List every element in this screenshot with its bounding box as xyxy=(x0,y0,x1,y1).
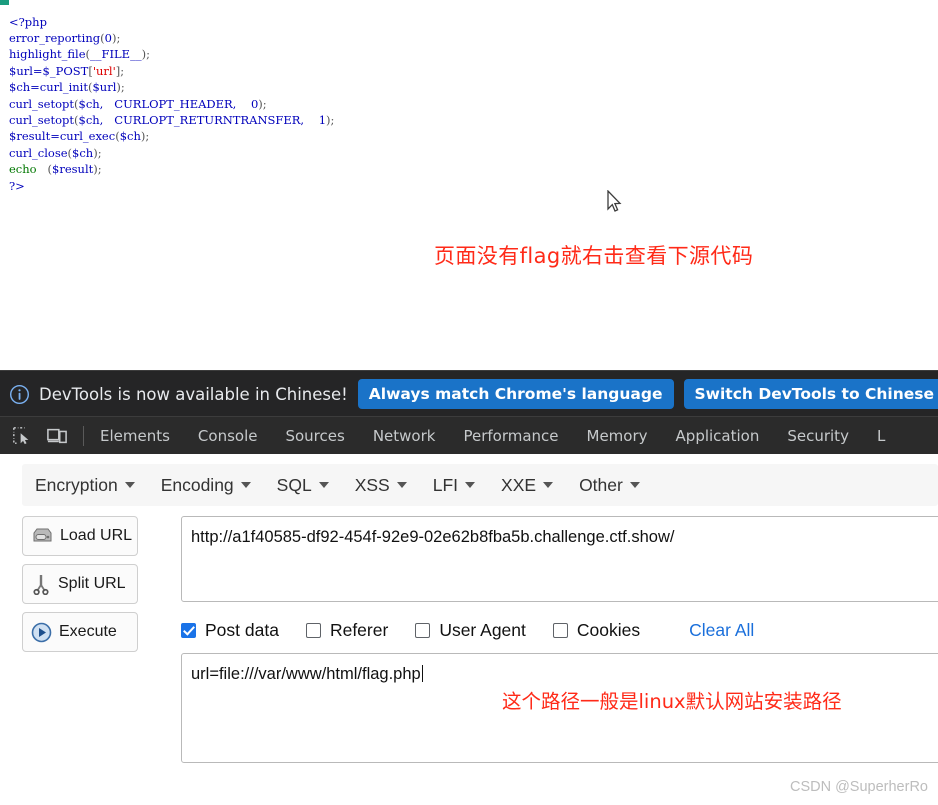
browser-page-content: <?php error_reporting(0); highlight_file… xyxy=(0,0,938,370)
text-cursor xyxy=(422,665,423,682)
menu-encryption[interactable]: Encryption xyxy=(22,475,148,496)
disk-drive-icon xyxy=(31,526,53,546)
chevron-down-icon xyxy=(465,482,475,488)
menu-lfi-label: LFI xyxy=(433,475,458,496)
menu-xss-label: XSS xyxy=(355,475,390,496)
chevron-down-icon xyxy=(397,482,407,488)
menu-xxe[interactable]: XXE xyxy=(488,475,566,496)
tab-network[interactable]: Network xyxy=(359,427,450,445)
page-red-annotation: 页面没有flag就右击查看下源代码 xyxy=(434,240,753,270)
chevron-down-icon xyxy=(241,482,251,488)
menu-sql[interactable]: SQL xyxy=(264,475,342,496)
cookies-checkbox[interactable] xyxy=(553,623,568,638)
option-cookies[interactable]: Cookies xyxy=(553,620,640,641)
menu-other[interactable]: Other xyxy=(566,475,653,496)
inspect-element-icon[interactable] xyxy=(9,423,35,449)
menu-encryption-label: Encryption xyxy=(35,475,118,496)
clear-all-link[interactable]: Clear All xyxy=(689,620,754,641)
info-circle-icon xyxy=(9,384,30,405)
menu-encoding-label: Encoding xyxy=(161,475,234,496)
tab-lighthouse-truncated[interactable]: L xyxy=(863,427,899,445)
csdn-watermark: CSDN @SuperherRo xyxy=(790,779,928,795)
menu-xss[interactable]: XSS xyxy=(342,475,420,496)
referer-label: Referer xyxy=(330,620,388,641)
load-url-label: Load URL xyxy=(60,527,132,545)
execute-button[interactable]: Execute xyxy=(22,612,138,652)
tab-sources[interactable]: Sources xyxy=(271,427,358,445)
post-data-textarea[interactable]: url=file:///var/www/html/flag.php 这个路径一般… xyxy=(181,653,938,763)
hackbar-action-buttons: Load URL Split URL Execute xyxy=(22,516,140,660)
tab-security[interactable]: Security xyxy=(773,427,863,445)
hackbar-options-row: Post data Referer User Agent Cookies Cle… xyxy=(181,607,938,653)
post-data-label: Post data xyxy=(205,620,279,641)
cookies-label: Cookies xyxy=(577,620,640,641)
php-source-code: <?php error_reporting(0); highlight_file… xyxy=(9,14,334,194)
menu-encoding[interactable]: Encoding xyxy=(148,475,264,496)
split-url-label: Split URL xyxy=(58,575,126,593)
tab-console[interactable]: Console xyxy=(184,427,272,445)
referer-checkbox[interactable] xyxy=(306,623,321,638)
menu-lfi[interactable]: LFI xyxy=(420,475,488,496)
chevron-down-icon xyxy=(543,482,553,488)
toolbar-divider xyxy=(83,426,84,446)
chevron-down-icon xyxy=(125,482,135,488)
option-post-data[interactable]: Post data xyxy=(181,620,279,641)
user-agent-checkbox[interactable] xyxy=(415,623,430,638)
tab-performance[interactable]: Performance xyxy=(449,427,572,445)
chevron-down-icon xyxy=(319,482,329,488)
page-top-marker xyxy=(0,0,9,5)
devtools-notice-message: DevTools is now available in Chinese! xyxy=(39,385,348,404)
always-match-chrome-language-button[interactable]: Always match Chrome's language xyxy=(358,379,674,409)
tab-application[interactable]: Application xyxy=(662,427,774,445)
post-data-value: url=file:///var/www/html/flag.php xyxy=(191,665,421,683)
url-input[interactable]: http://a1f40585-df92-454f-92e9-02e62b8fb… xyxy=(181,516,938,602)
user-agent-label: User Agent xyxy=(439,620,526,641)
devtools-language-notice-bar: DevTools is now available in Chinese! Al… xyxy=(0,370,938,417)
hackbar-inputs: http://a1f40585-df92-454f-92e9-02e62b8fb… xyxy=(181,516,938,763)
switch-devtools-to-chinese-button[interactable]: Switch DevTools to Chinese xyxy=(684,379,938,409)
post-data-checkbox[interactable] xyxy=(181,623,196,638)
menu-xxe-label: XXE xyxy=(501,475,536,496)
menu-other-label: Other xyxy=(579,475,623,496)
play-circle-icon xyxy=(31,622,52,643)
device-toolbar-icon[interactable] xyxy=(44,423,70,449)
chevron-down-icon xyxy=(630,482,640,488)
menu-sql-label: SQL xyxy=(277,475,312,496)
load-url-button[interactable]: Load URL xyxy=(22,516,138,556)
option-referer[interactable]: Referer xyxy=(306,620,388,641)
hackbar-menu-bar: Encryption Encoding SQL XSS LFI XXE Othe… xyxy=(22,464,938,506)
tab-elements[interactable]: Elements xyxy=(86,427,184,445)
hackbar-panel: Encryption Encoding SQL XSS LFI XXE Othe… xyxy=(0,454,938,805)
tab-memory[interactable]: Memory xyxy=(573,427,662,445)
split-url-button[interactable]: Split URL xyxy=(22,564,138,604)
option-user-agent[interactable]: User Agent xyxy=(415,620,526,641)
hackbar-red-annotation: 这个路径一般是linux默认网站安装路径 xyxy=(502,685,842,714)
hackbar-body: Load URL Split URL Execute htt xyxy=(0,514,938,805)
arrow-cursor-icon xyxy=(606,190,622,214)
scissors-icon xyxy=(31,573,51,595)
devtools-tab-strip: Elements Console Sources Network Perform… xyxy=(0,416,938,456)
execute-label: Execute xyxy=(59,623,117,641)
